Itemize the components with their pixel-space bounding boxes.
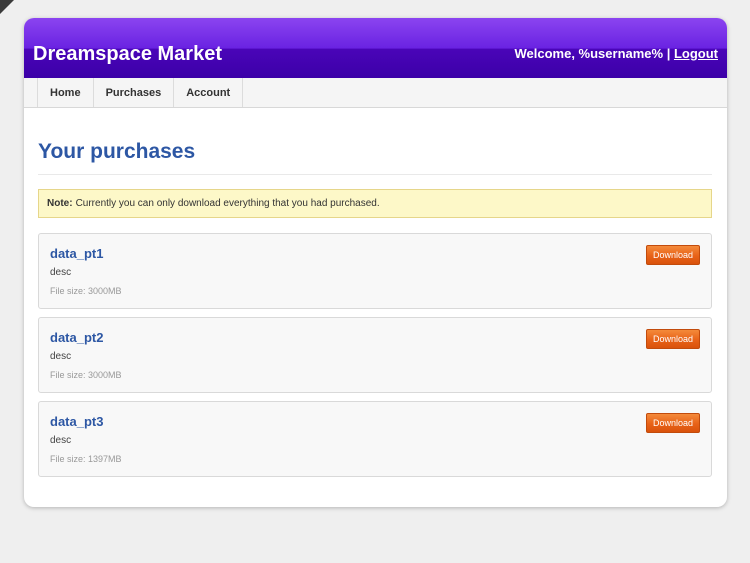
download-button[interactable]: Download bbox=[646, 245, 700, 265]
site-header: Dreamspace Market Welcome, %username% | … bbox=[24, 18, 727, 78]
main-nav: Home Purchases Account bbox=[24, 78, 727, 108]
welcome-text: Welcome, %username% | bbox=[514, 46, 674, 61]
purchase-name: data_pt3 bbox=[50, 414, 104, 429]
title-divider bbox=[38, 174, 712, 175]
purchase-file-size: File size: 3000MB bbox=[50, 370, 122, 380]
purchase-file-size: File size: 3000MB bbox=[50, 286, 122, 296]
page-title: Your purchases bbox=[38, 140, 196, 163]
nav-item-purchases[interactable]: Purchases bbox=[94, 78, 175, 107]
brand-title: Dreamspace Market bbox=[33, 43, 222, 65]
purchase-item: data_pt3 desc File size: 1397MB Download bbox=[38, 401, 712, 477]
purchase-name: data_pt2 bbox=[50, 330, 104, 345]
main-content: Your purchases Note: Currently you can o… bbox=[38, 108, 712, 477]
download-button[interactable]: Download bbox=[646, 413, 700, 433]
purchase-desc: desc bbox=[50, 351, 72, 362]
note-text: Currently you can only download everythi… bbox=[75, 198, 380, 209]
purchase-name: data_pt1 bbox=[50, 246, 104, 261]
purchase-file-size: File size: 1397MB bbox=[50, 454, 122, 464]
purchase-desc: desc bbox=[50, 435, 72, 446]
nav-item-home[interactable]: Home bbox=[37, 78, 94, 107]
download-button[interactable]: Download bbox=[646, 329, 700, 349]
page-card: Dreamspace Market Welcome, %username% | … bbox=[24, 18, 727, 507]
purchase-desc: desc bbox=[50, 267, 72, 278]
nav-item-account[interactable]: Account bbox=[174, 78, 244, 107]
note-banner: Note: Currently you can only download ev… bbox=[38, 189, 712, 218]
purchase-item: data_pt1 desc File size: 3000MB Download bbox=[38, 233, 712, 309]
welcome-message: Welcome, %username% | Logout bbox=[514, 46, 718, 62]
purchase-item: data_pt2 desc File size: 3000MB Download bbox=[38, 317, 712, 393]
logout-link[interactable]: Logout bbox=[674, 46, 718, 61]
window-corner-mark bbox=[0, 0, 14, 14]
note-label: Note: bbox=[47, 198, 73, 209]
